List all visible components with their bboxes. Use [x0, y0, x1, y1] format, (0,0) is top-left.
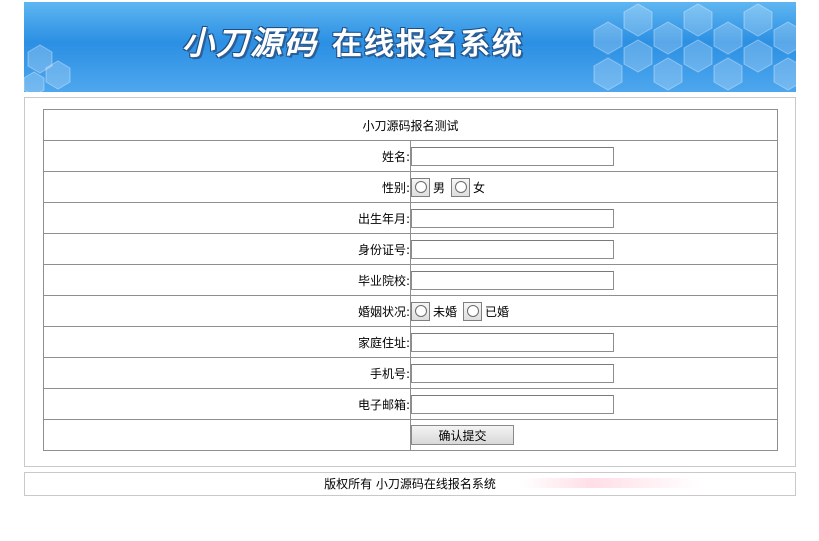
form-row-submit: 确认提交: [43, 419, 778, 451]
id-number-input[interactable]: [411, 239, 614, 259]
field-cell-school: [410, 264, 778, 296]
form-caption: 小刀源码报名测试: [43, 109, 778, 141]
form-row-marital-status: 婚姻状况: 未婚 已婚: [43, 295, 778, 327]
radio-button-icon[interactable]: [411, 177, 430, 197]
marital-status-option-1[interactable]: 已婚: [463, 301, 510, 321]
radio-circle-icon: [454, 181, 467, 193]
school-input[interactable]: [411, 270, 614, 290]
form-row-address: 家庭住址:: [43, 326, 778, 358]
form-row-gender: 性别: 男女: [43, 171, 778, 203]
field-label-school: 毕业院校:: [43, 264, 411, 296]
field-cell-phone: [410, 357, 778, 389]
registration-form: 小刀源码报名测试 姓名: 性别: 男女出生年月: 身份证号: 毕业院校: 婚姻状况: 未婚已…: [43, 109, 778, 451]
marital-status-option-label: 未婚: [433, 304, 458, 319]
footer-decoration: [520, 478, 700, 488]
field-cell-marital-status: 未婚 已婚: [410, 295, 778, 327]
field-cell-email: [410, 388, 778, 420]
field-cell-name: [410, 140, 778, 172]
form-row-school: 毕业院校:: [43, 264, 778, 296]
field-cell-gender: 男女: [410, 171, 778, 203]
form-row-email: 电子邮箱:: [43, 388, 778, 420]
form-row-name: 姓名:: [43, 140, 778, 172]
marital-status-option-label: 已婚: [485, 304, 510, 319]
address-input[interactable]: [411, 332, 614, 352]
site-brand: 小刀源码: [182, 24, 319, 62]
gender-option-label: 男: [433, 180, 446, 195]
email-input[interactable]: [411, 394, 614, 414]
radio-circle-icon: [466, 305, 479, 317]
radio-circle-icon: [414, 305, 427, 317]
radio-button-icon[interactable]: [463, 301, 483, 321]
field-label-address: 家庭住址:: [43, 326, 411, 358]
field-label-gender: 性别:: [43, 171, 411, 203]
site-title: 小刀源码 在线报名系统: [182, 18, 524, 64]
gender-option-0[interactable]: 男: [411, 177, 446, 197]
submit-cell: 确认提交: [410, 419, 778, 451]
form-row-phone: 手机号:: [43, 357, 778, 389]
gender-option-label: 女: [473, 180, 486, 195]
marital-status-option-0[interactable]: 未婚: [411, 301, 458, 321]
footer-copyright: 版权所有 小刀源码在线报名系统: [324, 477, 496, 491]
field-label-phone: 手机号:: [43, 357, 411, 389]
field-label-birth-date: 出生年月:: [43, 202, 411, 234]
radio-button-icon[interactable]: [411, 301, 430, 321]
field-label-email: 电子邮箱:: [43, 388, 411, 420]
form-container: 小刀源码报名测试 姓名: 性别: 男女出生年月: 身份证号: 毕业院校: 婚姻状况: 未婚已…: [24, 97, 796, 467]
submit-spacer-cell: [43, 419, 411, 451]
birth-date-input[interactable]: [411, 208, 614, 228]
form-row-birth-date: 出生年月:: [43, 202, 778, 234]
radio-circle-icon: [414, 181, 427, 193]
form-caption-row: 小刀源码报名测试: [43, 109, 778, 141]
radio-button-icon[interactable]: [451, 177, 471, 197]
gender-option-1[interactable]: 女: [451, 177, 486, 197]
field-cell-birth-date: [410, 202, 778, 234]
field-label-name: 姓名:: [43, 140, 411, 172]
name-input[interactable]: [411, 146, 614, 166]
site-subtitle: 在线报名系统: [332, 27, 525, 62]
field-label-marital-status: 婚姻状况:: [43, 295, 411, 327]
submit-button[interactable]: 确认提交: [411, 425, 514, 445]
phone-input[interactable]: [411, 363, 614, 383]
field-cell-id-number: [410, 233, 778, 265]
form-row-id-number: 身份证号:: [43, 233, 778, 265]
field-cell-address: [410, 326, 778, 358]
header-banner: 小刀源码 在线报名系统: [24, 2, 796, 92]
field-label-id-number: 身份证号:: [43, 233, 411, 265]
